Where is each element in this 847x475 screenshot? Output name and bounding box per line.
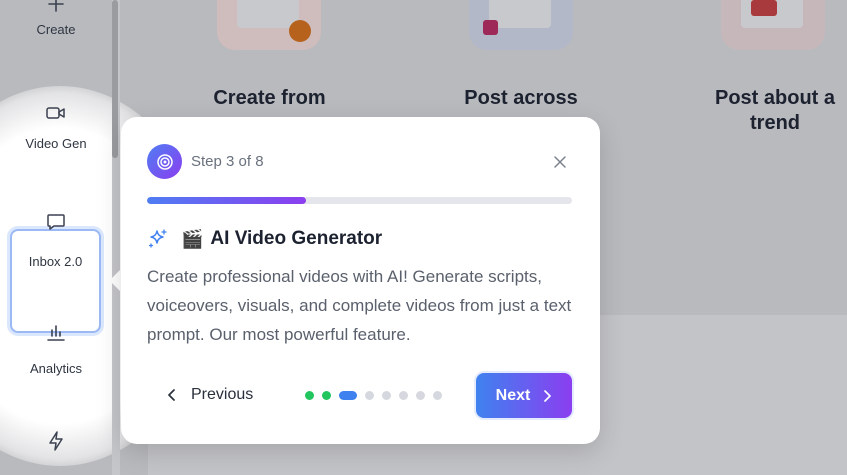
card-post-across-thumbnail	[469, 0, 573, 50]
lightning-icon	[49, 431, 63, 451]
next-button[interactable]: Next	[476, 373, 572, 418]
chevron-left-icon	[168, 389, 175, 401]
plus-icon	[48, 0, 64, 12]
card-create-title: Create from	[213, 87, 326, 109]
next-label: Next	[495, 386, 531, 404]
target-icon	[147, 144, 182, 179]
step-dot	[365, 390, 374, 400]
tour-title: AI Video Generator	[210, 228, 383, 249]
sidebar-item-video-gen[interactable]: Video Gen	[0, 103, 112, 151]
step-dot	[382, 390, 391, 400]
card-trend-thumbnail	[721, 0, 825, 50]
sidebar-item-analytics[interactable]: Analytics	[0, 321, 112, 376]
app-page: Create from Post across Post about a tre…	[0, 0, 847, 475]
sidebar-item-inbox-icon	[0, 211, 112, 233]
close-button[interactable]	[550, 152, 570, 172]
sidebar-item-lightning[interactable]	[0, 430, 112, 452]
bar-chart-icon	[47, 325, 65, 341]
step-dot	[399, 390, 408, 400]
sidebar-scrollbar-thumb[interactable]	[112, 0, 118, 158]
video-camera-icon	[46, 107, 65, 119]
step-indicator: Step 3 of 8	[191, 153, 264, 170]
sidebar-item-label: Inbox 2.0	[28, 254, 83, 269]
step-dot	[416, 390, 425, 400]
previous-label: Previous	[191, 386, 254, 403]
close-icon	[554, 156, 566, 168]
sidebar-item-create[interactable]: Create	[0, 0, 112, 37]
previous-button[interactable]: Previous	[166, 383, 253, 407]
step-dot	[322, 390, 331, 400]
clapperboard-icon: 🎬	[181, 229, 204, 249]
step-dot	[433, 390, 442, 400]
sidebar-item-inbox-highlight[interactable]	[10, 229, 101, 333]
step-dots	[305, 390, 450, 400]
tour-title-row: 🎬 AI Video Generator	[147, 226, 382, 252]
tour-description: Create professional videos with AI! Gene…	[147, 267, 572, 344]
card-create-thumbnail	[217, 0, 321, 50]
sidebar-item-label: Video Gen	[25, 136, 87, 151]
sparkle-icon	[148, 229, 167, 248]
chat-bubble-icon	[47, 214, 65, 230]
chevron-right-icon	[542, 389, 552, 402]
tour-tooltip: Step 3 of 8 🎬 AI Video Generator Create …	[121, 117, 600, 444]
sidebar-item-label: Analytics	[29, 361, 83, 376]
step-dot	[305, 390, 314, 400]
sidebar-item-label: Create	[36, 22, 76, 37]
tour-progress-bar	[147, 197, 572, 204]
step-dot-active	[339, 390, 357, 400]
card-trend-title: Post about a trend	[714, 87, 835, 134]
tour-progress-fill	[147, 197, 307, 204]
card-post-across-title: Post across	[464, 87, 578, 109]
